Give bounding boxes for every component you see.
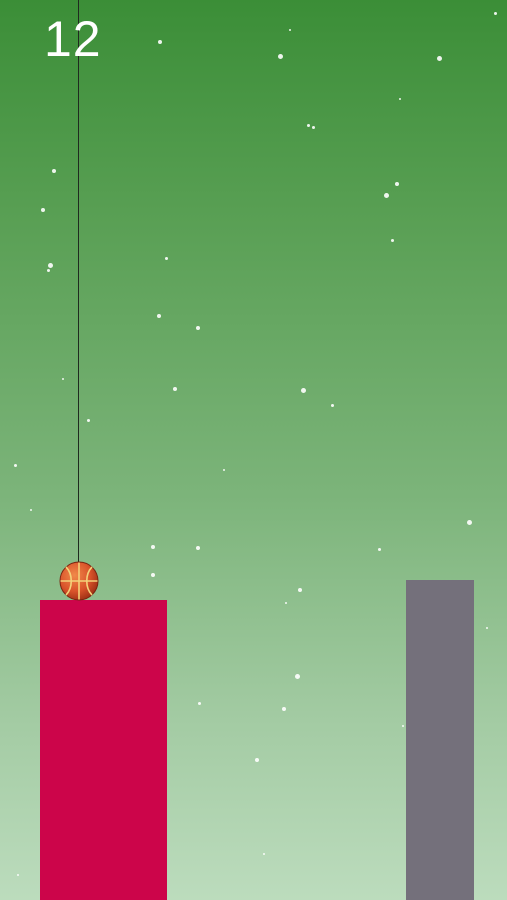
snowflake: [436, 55, 442, 61]
snowflake: [158, 40, 162, 44]
snowflake: [151, 573, 155, 577]
snowflake: [41, 208, 45, 212]
snowflake: [330, 403, 334, 407]
snowflake: [289, 29, 291, 31]
snowflake: [47, 262, 53, 268]
snowflake: [52, 169, 56, 173]
snowflake: [377, 547, 381, 551]
target-platform: [406, 580, 474, 900]
snowflake: [294, 673, 300, 679]
basketball-icon: [59, 561, 99, 601]
snowflake: [298, 588, 302, 592]
snowflake: [395, 182, 399, 186]
snowflake: [399, 98, 401, 100]
snowflake: [13, 463, 17, 467]
snowflake: [282, 707, 286, 711]
snowflake: [173, 387, 177, 391]
snowflake: [311, 125, 315, 129]
snowflake: [263, 853, 265, 855]
snowflake: [306, 123, 310, 127]
snowflake: [390, 238, 394, 242]
snowflake: [62, 378, 64, 380]
swing-rope: [78, 0, 79, 565]
snowflake: [255, 758, 259, 762]
snowflake: [285, 602, 287, 604]
snowflake: [157, 314, 161, 318]
snowflake: [197, 701, 201, 705]
snowflake: [86, 418, 90, 422]
score-counter: 12: [44, 11, 102, 67]
snowflake: [402, 725, 404, 727]
game-stage[interactable]: 12: [0, 0, 507, 900]
snowflake: [300, 387, 306, 393]
current-platform: [40, 600, 167, 900]
snowflake: [196, 326, 200, 330]
snowflake: [277, 53, 283, 59]
snowflake: [466, 519, 472, 525]
snowflake: [486, 627, 488, 629]
snowflake: [151, 545, 155, 549]
snowflake: [164, 256, 168, 260]
snowflake: [223, 469, 225, 471]
snowflake: [46, 268, 50, 272]
snowflake: [30, 509, 32, 511]
snowflake: [493, 11, 497, 15]
snowflake: [17, 874, 19, 876]
snowflake: [383, 192, 389, 198]
snowflake: [196, 546, 200, 550]
